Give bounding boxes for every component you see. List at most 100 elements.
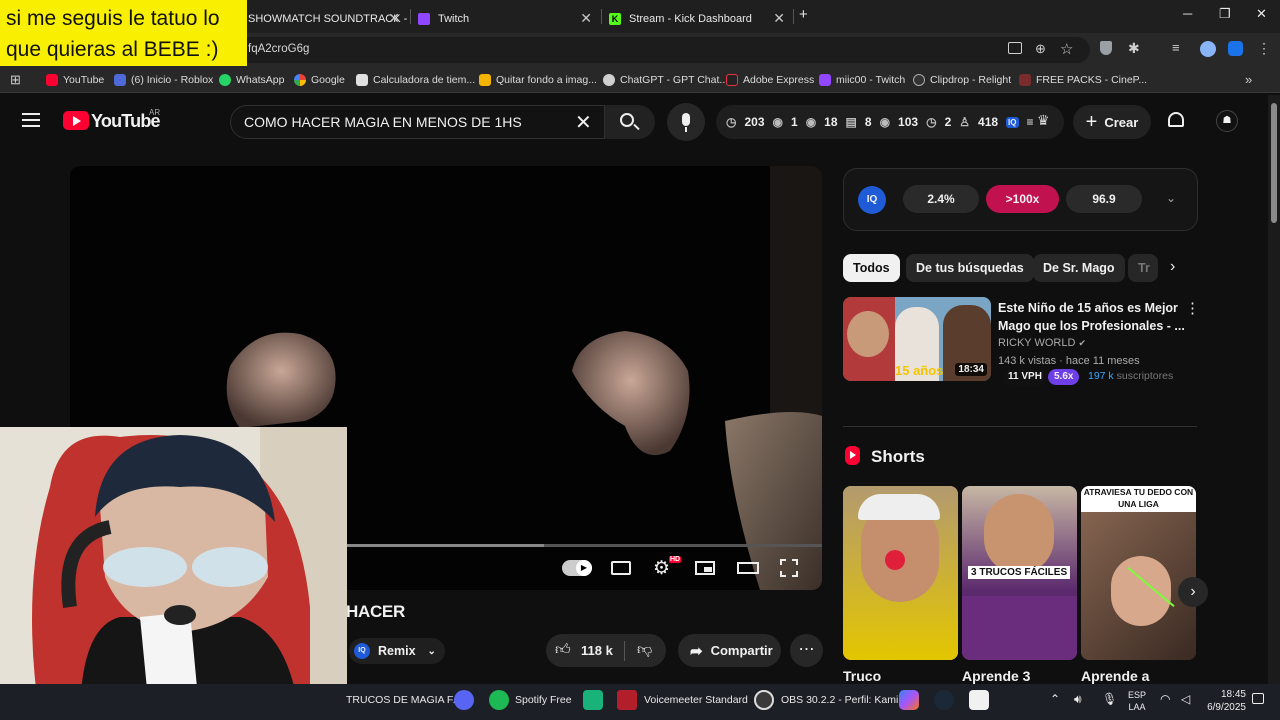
fullscreen-icon[interactable] [780,559,798,577]
vidiq-icon[interactable]: IQ [1006,116,1019,128]
spotify-icon[interactable] [489,690,509,710]
taskbar-item-voicemeeter[interactable]: Voicemeeter Standard [644,694,748,706]
menu-dots-icon[interactable]: ⋮ [1257,40,1271,57]
short-thumbnail-2[interactable]: 3 TRUCOS FÁCILES [962,486,1077,660]
voice-search-button[interactable] [667,103,705,141]
chip-todos[interactable]: Todos [843,254,900,282]
bookmark-calculadora[interactable]: Calculadora de tiem... [356,72,475,88]
create-button[interactable]: + Crear [1073,105,1151,139]
voicemeeter-icon[interactable] [617,690,637,710]
recommended-title[interactable]: Este Niño de 15 años es Mejor Mago que l… [998,299,1185,335]
autoplay-toggle[interactable]: ▶ [562,560,592,576]
capcut-icon[interactable] [969,690,989,710]
tab-twitch[interactable]: Twitch ✕ [418,4,600,33]
bookmark-youtube[interactable]: YouTube [46,72,104,88]
apps-grid-icon[interactable]: ⊞ [10,72,21,88]
chevron-down-icon[interactable]: ⌄ [1166,191,1176,205]
channel-name[interactable]: RICKY WORLD ✔ [998,337,1086,349]
taskbar-item-spotify[interactable]: Spotify Free [515,694,572,706]
bookmark-google[interactable]: Google [294,72,345,88]
steam-icon[interactable] [934,690,954,710]
chip-sr-mago[interactable]: De Sr. Mago [1033,254,1125,282]
notifications-bell-icon[interactable] [1168,112,1184,127]
speaker-icon[interactable]: 🔊︎ [1074,692,1082,707]
tab-kick[interactable]: K Stream - Kick Dashboard ✕ [609,4,793,33]
like-icon[interactable]: 👍︎ [555,641,571,659]
shorts-next-icon[interactable]: › [1178,577,1208,607]
close-icon[interactable]: ✕ [773,10,785,27]
remix-button[interactable]: IQ Remix ⌄ [349,638,445,664]
list-icon[interactable]: ≡ [1027,115,1034,129]
short-title-1[interactable]: Truco [843,668,881,684]
bookmark-quitar-fondo[interactable]: Quitar fondo a imag... [479,72,597,88]
bookmark-adobe-express[interactable]: Adobe Express [726,72,814,88]
recommended-thumbnail[interactable]: 15 años 18:34 [843,297,991,381]
bookmark-star-icon[interactable]: ☆ [1060,40,1073,58]
new-tab-button[interactable]: + [799,6,808,23]
account-avatar[interactable]: ☗ [1216,110,1238,132]
microphone-tray-icon[interactable]: 🎙︎ [1102,692,1117,706]
minimize-button[interactable]: ─ [1183,6,1192,21]
more-actions-icon[interactable]: ⋯ [790,634,823,667]
language-indicator[interactable]: ESP LAA [1128,689,1146,713]
share-button[interactable]: ➦ Compartir [678,634,781,667]
search-input[interactable]: COMO HACER MAGIA EN MENOS DE 1HS [244,114,522,130]
theater-mode-icon[interactable] [737,562,759,574]
short-title-3[interactable]: Aprende a [1081,668,1149,684]
zoom-icon[interactable]: ⊕ [1035,41,1046,57]
trophy-icon[interactable]: ♛ [1037,112,1050,129]
wifi-icon[interactable]: ◠ [1160,692,1170,706]
scrollbar-thumb[interactable] [1271,103,1277,223]
chevron-right-icon[interactable]: › [1170,258,1175,276]
chip-more[interactable]: Tr [1128,254,1158,282]
bookmark-whatsapp[interactable]: WhatsApp [219,72,284,88]
scrollbar[interactable] [1268,95,1280,684]
settings-gear-icon[interactable]: ⚙ [653,557,670,580]
subtitles-icon[interactable] [611,561,631,575]
notification-center-icon[interactable] [1252,693,1264,704]
duration-badge: 18:34 [955,363,987,376]
app-icon[interactable] [583,690,603,710]
miniplayer-icon[interactable] [695,561,715,575]
discord-icon[interactable] [454,690,474,710]
media-icon[interactable]: ≡ [1172,40,1180,55]
clock[interactable]: 18:45 6/9/2025 [1206,688,1246,714]
maximize-button[interactable]: ❐ [1219,6,1231,22]
search-button[interactable] [605,105,655,139]
extensions-icon[interactable]: ✱ [1128,40,1140,57]
volume-icon[interactable]: ◁ [1181,692,1190,706]
more-options-icon[interactable]: ⋮ [1185,299,1200,317]
copilot-icon[interactable] [899,690,919,710]
tray-chevron-up-icon[interactable]: ⌃ [1050,692,1060,706]
taskbar-item-chrome[interactable]: TRUCOS DE MAGIA FÁ [346,694,460,706]
like-count[interactable]: 118 k [581,643,613,658]
shield-icon[interactable] [1100,41,1112,55]
taskbar-item-obs[interactable]: OBS 30.2.2 - Perfil: Kami [781,694,898,706]
short-title-2[interactable]: Aprende 3 [962,668,1030,684]
close-icon[interactable]: ✕ [580,10,592,27]
cast-icon[interactable] [1008,42,1022,54]
shorts-heading: Shorts [871,447,925,466]
bookmark-miic00-twitch[interactable]: miic00 - Twitch [819,72,905,88]
bookmark-free-packs[interactable]: FREE PACKS - CineP... [1019,72,1147,88]
short-thumbnail-3[interactable]: ATRAVIESA TU DEDO CON UNA LIGA [1081,486,1196,660]
extension-badge-icon[interactable] [1228,41,1243,56]
obs-icon[interactable] [754,690,774,710]
multiplier-badge: 5.6x [1048,369,1080,385]
hamburger-menu-icon[interactable] [22,113,40,127]
bookmark-roblox[interactable]: (6) Inicio - Roblox [114,72,213,88]
chip-busquedas[interactable]: De tus búsquedas [906,254,1034,282]
short-thumbnail-1[interactable] [843,486,958,660]
vidiq-badge[interactable]: IQ [858,186,886,214]
clear-search-icon[interactable]: ✕ [575,110,592,135]
dislike-icon[interactable]: 👎︎ [637,641,652,659]
eye-icon: ◉ [805,115,817,129]
profile-avatar[interactable] [1200,41,1216,57]
youtube-logo-icon[interactable] [63,111,89,130]
bookmark-chatgpt[interactable]: ChatGPT - GPT Chat... [603,72,728,88]
bookmark-clipdrop[interactable]: Clipdrop - Relight [913,72,1011,88]
tab-showmatch[interactable]: SHOWMATCH SOUNDTRACK - ✕ [248,4,408,33]
bookmarks-overflow-icon[interactable]: » [1245,72,1252,87]
close-window-button[interactable]: ✕ [1256,6,1267,22]
close-icon[interactable]: ✕ [388,10,400,27]
